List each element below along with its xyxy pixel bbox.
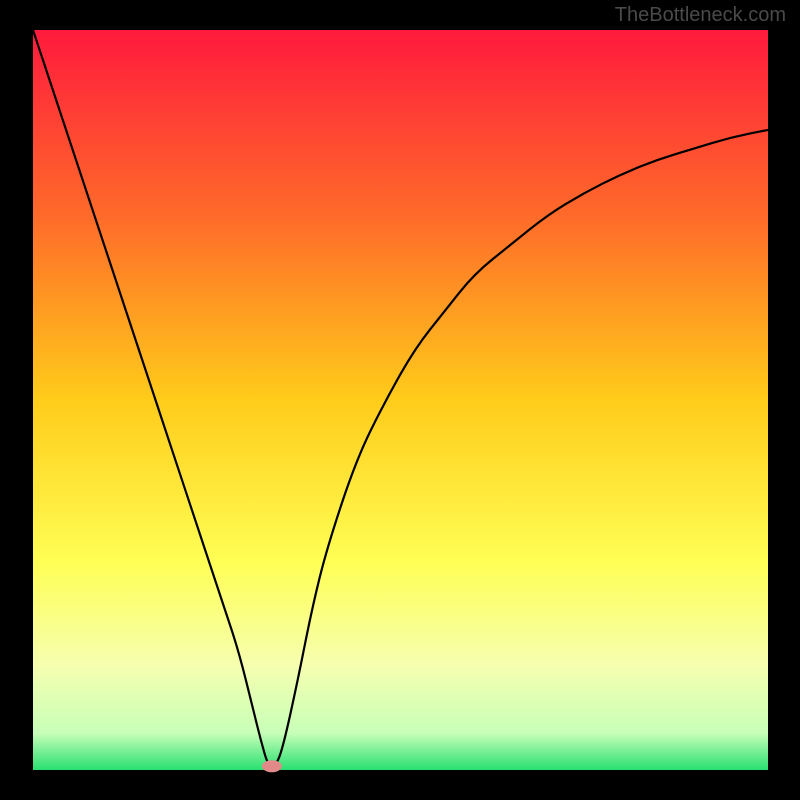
chart-container: TheBottleneck.com	[0, 0, 800, 800]
watermark-text: TheBottleneck.com	[615, 4, 786, 27]
bottleneck-chart	[0, 0, 800, 800]
optimal-marker	[262, 760, 282, 772]
plot-background	[33, 30, 768, 770]
